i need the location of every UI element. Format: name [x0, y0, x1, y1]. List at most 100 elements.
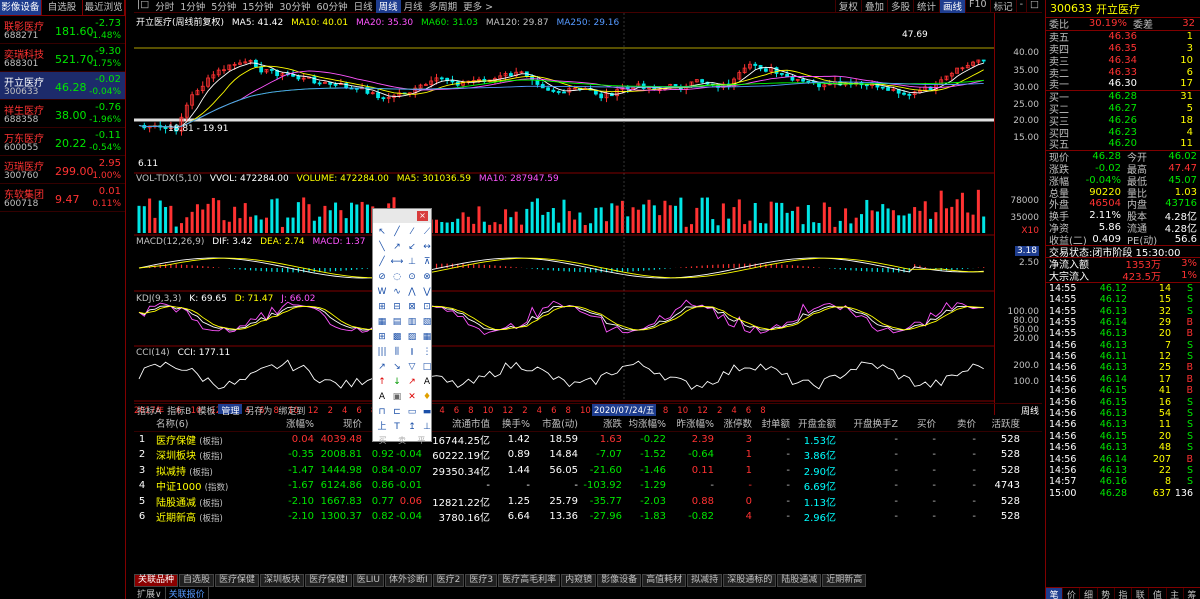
watchlist-tab-sector[interactable]: 影像设备 [0, 0, 42, 15]
watchlist-item[interactable]: 开立医疗 300633 46.28 -0.02 -0.04% [0, 72, 125, 100]
drawing-tool-icon[interactable]: □ [420, 360, 434, 374]
drawing-tool-icon[interactable]: ▨ [405, 330, 419, 344]
watchlist-item[interactable]: 祥生医疗 688358 38.00 -0.76 -1.96% [0, 100, 125, 128]
category-tab[interactable]: 医疗高毛利率 [498, 574, 561, 587]
drawing-tool-icon[interactable]: ╱ [390, 225, 404, 239]
indicator-tab[interactable]: 模板 [194, 404, 218, 417]
drawing-tool-icon[interactable]: ↔ [420, 240, 434, 254]
category-tab[interactable]: 医疗3 [465, 574, 498, 587]
category-tab[interactable]: 关联品种 [134, 574, 179, 587]
column-header[interactable]: 封单额 [752, 416, 790, 430]
drawing-tool-icon[interactable]: ⊗ [420, 270, 434, 284]
drawing-tool-icon[interactable]: ↓ [390, 375, 404, 389]
drawing-tool-icon[interactable]: ⊘ [375, 270, 389, 284]
drawing-tool-icon[interactable]: ╲ [375, 240, 389, 254]
drawing-tool-icon[interactable]: ▭ [405, 405, 419, 419]
period-button[interactable]: 更多 > [460, 0, 496, 13]
period-button[interactable]: 分时 [152, 0, 177, 13]
watchlist-item[interactable]: 万东医疗 600055 20.22 -0.11 -0.54% [0, 128, 125, 156]
palette-footer-item[interactable]: 买 [379, 435, 387, 446]
quote-tab[interactable]: 笔 [1046, 588, 1064, 599]
drawing-tool-icon[interactable]: ↗ [375, 360, 389, 374]
drawing-tool-icon[interactable]: ♦ [420, 390, 434, 404]
order-level[interactable]: 买五 46.20 11 [1046, 138, 1200, 151]
drawing-tool-icon[interactable]: W [375, 285, 389, 299]
indicator-tab[interactable]: 另存为 [242, 404, 275, 417]
table-row[interactable]: 4 中证1000 (指数) -1.67 6124.86 0.86 -0.01- - - -103… [134, 478, 1042, 494]
tool-button[interactable]: □ [1026, 0, 1042, 13]
period-button[interactable]: 60分钟 [313, 0, 350, 13]
quote-tab[interactable]: 细 [1080, 588, 1098, 599]
quote-tab[interactable]: 主 [1167, 588, 1184, 599]
tool-button[interactable]: 标记 [989, 0, 1016, 13]
column-header[interactable]: 现价 [314, 416, 362, 430]
category-tab[interactable]: 近期新高 [822, 574, 867, 587]
period-button[interactable]: 5分钟 [208, 0, 239, 13]
drawing-tool-icon[interactable]: ⁄ [405, 225, 419, 239]
drawing-tool-icon[interactable]: ↖ [375, 225, 389, 239]
drawing-tool-icon[interactable]: ✕ [405, 390, 419, 404]
drawing-tool-icon[interactable]: ⟷ [390, 255, 404, 269]
quote-tab[interactable]: 值 [1149, 588, 1167, 599]
period-button[interactable]: 周线 [375, 0, 401, 13]
drawing-tool-icon[interactable]: A [420, 375, 434, 389]
category-tab[interactable]: 医疗保健I [305, 574, 352, 587]
drawing-tool-icon[interactable]: ▩ [390, 330, 404, 344]
tool-button[interactable]: 叠加 [860, 0, 887, 13]
category-tab[interactable]: 内窥镜 [561, 574, 597, 587]
column-header[interactable]: 市盈(动) [530, 416, 578, 430]
drawing-tool-icon[interactable]: ▬ [420, 405, 434, 419]
category-tab[interactable]: 拟减持 [687, 574, 723, 587]
category-tab[interactable]: 陆股通减 [777, 574, 822, 587]
quote-tab[interactable]: 价 [1063, 588, 1081, 599]
drawing-tool-icon[interactable]: ↗ [390, 240, 404, 254]
period-button[interactable]: 月线 [401, 0, 426, 13]
category-tab[interactable]: 深圳板块 [260, 574, 305, 587]
period-button[interactable]: 15分钟 [239, 0, 276, 13]
column-header[interactable]: 开盘换手Z [836, 416, 898, 430]
order-level[interactable]: 卖一 46.30 17 [1046, 78, 1200, 91]
drawing-tool-icon[interactable]: ▤ [390, 315, 404, 329]
column-header[interactable]: 活跃度 [976, 416, 1020, 430]
indicator-tab[interactable]: 管理 [218, 404, 243, 417]
drawing-tool-icon[interactable]: ⊠ [405, 300, 419, 314]
drawing-tool-icon[interactable]: ⊥ [420, 420, 434, 434]
drawing-tool-icon[interactable]: ↥ [405, 420, 419, 434]
table-row[interactable]: 5 陆股通减 (板指) -2.10 1667.83 0.77 0.06 12821.22亿 1… [134, 494, 1042, 510]
indicator-tab[interactable]: 绑定到 [275, 404, 308, 417]
palette-footer-item[interactable]: 平 [417, 435, 425, 446]
period-button[interactable]: 日线 [351, 0, 376, 13]
drawing-tool-icon[interactable]: T [390, 420, 404, 434]
table-row[interactable]: 2 深圳板块 (板指) -0.35 2008.81 0.92 -0.04 60222.19亿… [134, 447, 1042, 463]
drawing-tool-icon[interactable]: ╱ [375, 255, 389, 269]
watchlist-item[interactable]: 东软集团 600718 9.47 0.01 0.11% [0, 184, 125, 212]
drawing-tool-icon[interactable]: ⊼ [420, 255, 434, 269]
watchlist-tab-recent[interactable]: 最近浏览 [83, 0, 126, 15]
drawing-tool-icon[interactable]: 上 [375, 420, 389, 434]
indicator-tab[interactable]: 指标B [164, 404, 194, 417]
tool-button[interactable]: 统计 [912, 0, 939, 13]
column-header[interactable]: 涨停数 [714, 416, 752, 430]
palette-titlebar[interactable]: × [373, 209, 431, 223]
period-button[interactable]: |□ [134, 0, 152, 13]
watchlist-item[interactable]: 奕瑞科技 688301 521.70 -9.30 -1.75% [0, 44, 125, 72]
tool-button[interactable]: 画线 [938, 0, 965, 13]
drawing-tool-icon[interactable]: ▥ [405, 315, 419, 329]
column-header[interactable]: 名称(6) [150, 416, 270, 430]
column-header[interactable]: 买价 [898, 416, 936, 430]
drawing-tool-icon[interactable]: ⊞ [375, 330, 389, 344]
drawing-tool-icon[interactable]: ▦ [420, 330, 434, 344]
drawing-tool-icon[interactable]: ↘ [390, 360, 404, 374]
drawing-tool-icon[interactable]: ⊞ [375, 300, 389, 314]
drawing-tool-icon[interactable]: ⊥ [405, 255, 419, 269]
drawing-tool-icon[interactable]: ↗ [405, 375, 419, 389]
drawing-tool-icon[interactable]: ⫼ [390, 345, 404, 359]
related-quote-button[interactable]: 关联报价 [166, 587, 209, 599]
drawing-tool-icon[interactable]: ↑ [375, 375, 389, 389]
drawing-tool-icon[interactable]: ⟋ [420, 225, 434, 239]
drawing-tool-icon[interactable]: ▦ [375, 315, 389, 329]
drawing-tool-icon[interactable]: ⊙ [405, 270, 419, 284]
period-button[interactable]: 多周期 [426, 0, 461, 13]
watchlist-item[interactable]: 迈瑞医疗 300760 299.00 2.95 1.00% [0, 156, 125, 184]
close-icon[interactable]: × [417, 211, 428, 221]
